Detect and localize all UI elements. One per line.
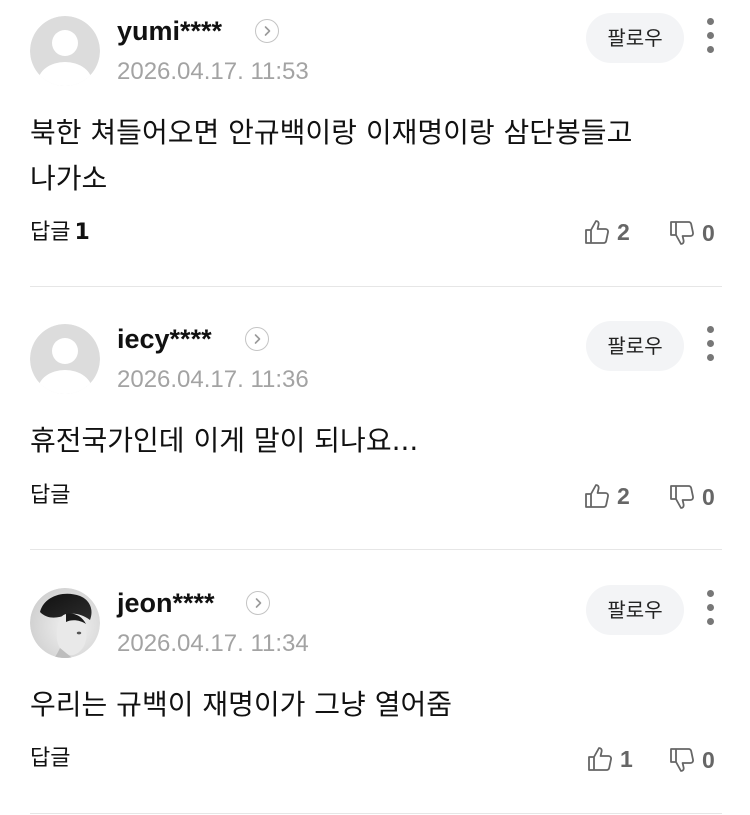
like-button[interactable]: 2 [583, 217, 630, 247]
reply-count: 1 [74, 220, 90, 245]
like-count: 2 [617, 482, 630, 509]
dislike-button[interactable]: 0 [668, 482, 715, 512]
comment-item: jeon**** 2026.04.17. 11:34 팔로우 우리는 규백이 재… [0, 572, 750, 815]
reply-button[interactable]: 답글 [30, 481, 74, 511]
like-button[interactable]: 2 [583, 481, 630, 511]
more-options-icon[interactable] [700, 18, 722, 54]
chevron-right-icon[interactable] [245, 327, 269, 351]
comment-text: 우리는 규백이 재명이가 그냥 열어줌 [30, 688, 453, 721]
dislike-count: 0 [702, 746, 715, 773]
thumbs-up-icon [588, 747, 612, 771]
divider [30, 813, 722, 814]
reply-label: 답글 [30, 220, 71, 245]
username[interactable]: yumi**** [117, 14, 222, 48]
thumbs-down-icon [670, 485, 694, 509]
comment-item: yumi**** 2026.04.17. 11:53 팔로우 북한 쳐들어오면 … [0, 0, 750, 287]
avatar[interactable] [30, 588, 100, 658]
like-button[interactable]: 1 [586, 744, 633, 774]
timestamp: 2026.04.17. 11:53 [117, 58, 309, 85]
thumbs-down-icon [670, 748, 694, 772]
comment-item: iecy**** 2026.04.17. 11:36 팔로우 휴전국가인데 이게… [0, 308, 750, 550]
default-avatar-icon [30, 16, 100, 86]
chevron-right-icon[interactable] [246, 591, 270, 615]
follow-button[interactable]: 팔로우 [586, 321, 684, 371]
follow-button[interactable]: 팔로우 [586, 585, 684, 635]
dislike-count: 0 [702, 219, 715, 246]
timestamp: 2026.04.17. 11:36 [117, 366, 309, 393]
avatar[interactable] [30, 16, 100, 86]
more-options-icon[interactable] [700, 326, 722, 362]
like-count: 1 [620, 745, 633, 772]
comment-text: 휴전국가인데 이게 말이 되나요... [30, 424, 419, 457]
username[interactable]: iecy**** [117, 322, 212, 356]
reply-button[interactable]: 답글 1 [30, 218, 90, 248]
divider [30, 286, 722, 287]
dislike-count: 0 [702, 483, 715, 510]
thumbs-up-icon [585, 484, 609, 508]
default-avatar-icon [30, 324, 100, 394]
username[interactable]: jeon**** [117, 586, 215, 620]
chevron-right-icon[interactable] [255, 19, 279, 43]
divider [30, 549, 722, 550]
more-options-icon[interactable] [700, 590, 722, 626]
photo-avatar [30, 588, 100, 658]
like-count: 2 [617, 218, 630, 245]
follow-button[interactable]: 팔로우 [586, 13, 684, 63]
reply-label: 답글 [30, 746, 71, 771]
dislike-button[interactable]: 0 [668, 745, 715, 775]
thumbs-down-icon [670, 221, 694, 245]
timestamp: 2026.04.17. 11:34 [117, 630, 309, 657]
comment-text: 북한 쳐들어오면 안규백이랑 이재명이랑 삼단봉들고 나가소 [30, 116, 633, 195]
reply-button[interactable]: 답글 [30, 744, 74, 774]
dislike-button[interactable]: 0 [668, 218, 715, 248]
avatar[interactable] [30, 324, 100, 394]
thumbs-up-icon [585, 220, 609, 244]
reply-label: 답글 [30, 483, 71, 508]
